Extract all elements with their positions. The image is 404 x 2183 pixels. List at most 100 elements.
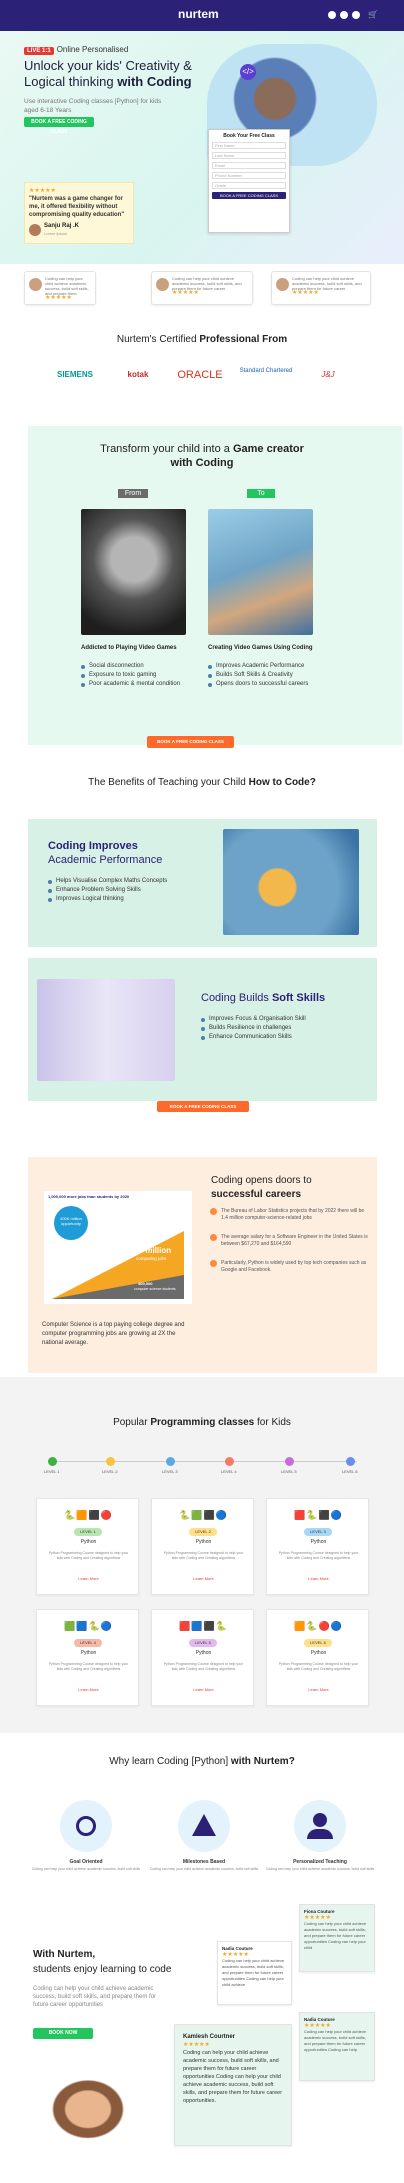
career-point: Particularly, Python is widely used by t… bbox=[210, 1260, 370, 1274]
phone-field[interactable]: Phone Number bbox=[212, 172, 286, 179]
jobs-value: 1.4 million bbox=[132, 1246, 172, 1255]
opportunity-bubble: 400K million opportunity bbox=[54, 1206, 88, 1240]
class-name: Python bbox=[80, 1539, 97, 1545]
from-tag: From bbox=[118, 489, 148, 498]
testimonial-text: Coding can help your child achieve acade… bbox=[45, 276, 89, 296]
level-badge: LEVEL 3 bbox=[304, 1528, 332, 1536]
form-submit-button[interactable]: BOOK A FREE CODING CLASS bbox=[212, 192, 286, 199]
list-item: Enhance Communication Skills bbox=[201, 1033, 371, 1042]
timeline-dot[interactable] bbox=[48, 1457, 57, 1466]
partner-logo-standard-chartered: Standard Chartered bbox=[239, 368, 293, 374]
learn-more-link[interactable]: Learn More bbox=[152, 1687, 255, 1692]
class-desc: Python Programming Course designed to he… bbox=[163, 1662, 244, 1671]
career-point: The average salary for a Software Engine… bbox=[210, 1234, 370, 1248]
learn-more-link[interactable]: Learn More bbox=[267, 1576, 370, 1581]
twitter-icon[interactable] bbox=[340, 11, 349, 19]
learn-more-link[interactable]: Learn More bbox=[37, 1576, 140, 1581]
instagram-icon[interactable] bbox=[352, 11, 361, 19]
review-text: Coding can help your child achieve acade… bbox=[183, 2050, 283, 2104]
timeline-dot[interactable] bbox=[106, 1457, 115, 1466]
gaming-child-photo bbox=[81, 509, 186, 635]
grade-field[interactable]: Grade bbox=[212, 182, 286, 189]
milestone-icon bbox=[178, 1800, 230, 1852]
why-title: Personalized Teaching bbox=[293, 1859, 347, 1865]
list-item: Improves Focus & Organisation Skill bbox=[201, 1015, 371, 1024]
email-field[interactable]: Email bbox=[212, 162, 286, 169]
testimonial-card: Coding can help your child achieve acade… bbox=[271, 271, 371, 305]
benefits-cta-button[interactable]: BOOK A FREE CODING CLASS bbox=[157, 1101, 249, 1112]
why-desc: Coding can help your child achieve acade… bbox=[31, 1867, 141, 1871]
career-point-text: The Bureau of Labor Statistics projects … bbox=[221, 1208, 365, 1221]
live-text: Online Personalised bbox=[56, 45, 129, 54]
careers-footer: Computer Science is a top paying college… bbox=[42, 1322, 185, 1346]
graduate-child-photo bbox=[223, 829, 359, 935]
classes-title-2: for Kids bbox=[254, 1417, 291, 1428]
quote-stars: ★★★★★ bbox=[29, 188, 56, 194]
why-title-bold: with Nurtem? bbox=[230, 1756, 295, 1767]
timeline-dot[interactable] bbox=[225, 1457, 234, 1466]
timeline-dot[interactable] bbox=[285, 1457, 294, 1466]
facebook-icon[interactable] bbox=[328, 11, 337, 19]
review-text: Coding can help your child achieve acade… bbox=[304, 2029, 367, 2052]
last-name-field[interactable]: Last Name bbox=[212, 152, 286, 159]
avatar bbox=[29, 278, 42, 291]
book-now-button[interactable]: BOOK NOW bbox=[33, 2028, 93, 2039]
person-icon bbox=[294, 1800, 346, 1852]
class-card[interactable]: 🐍🟩⬛🔵 LEVEL 2 Python Python Programming Cour… bbox=[151, 1498, 254, 1595]
avatar bbox=[156, 278, 169, 291]
jobs-label: computing jobs bbox=[136, 1256, 167, 1261]
tech-icons: 🟧🐍🔴🔵 bbox=[294, 1621, 343, 1631]
class-card[interactable]: 🟥🐍⬛🔵 LEVEL 3 Python Python Programming Cour… bbox=[266, 1498, 369, 1595]
level-badge: LEVEL 6 bbox=[304, 1639, 332, 1647]
careers-title-2: successful careers bbox=[211, 1189, 302, 1200]
hero-cta-button[interactable]: BOOK A FREE CODING CLASS bbox=[24, 117, 94, 135]
review-card: Nadia Couture ★★★★★ Coding can help your c… bbox=[217, 1941, 292, 2005]
timeline-label: LEVEL 6 bbox=[342, 1469, 358, 1474]
class-name: Python bbox=[310, 1650, 327, 1656]
quote-author-row: Sanju Raj .K Lorem ipsum bbox=[29, 222, 129, 238]
students-value: 400,000 bbox=[138, 1281, 153, 1286]
benefits-title-bold: How to Code? bbox=[248, 777, 316, 788]
timeline-dot[interactable] bbox=[166, 1457, 175, 1466]
classes-title-bold: Programming classes bbox=[150, 1417, 255, 1428]
why-title: Milestones Based bbox=[182, 1859, 226, 1865]
speaking-child-photo bbox=[37, 979, 175, 1081]
list-item: Improves Academic Performance bbox=[208, 662, 338, 671]
timeline-dot[interactable] bbox=[346, 1457, 355, 1466]
transform-cta-button[interactable]: BOOK A FREE CODING CLASS bbox=[147, 736, 234, 748]
career-point-text: Particularly, Python is widely used by t… bbox=[221, 1260, 367, 1273]
testimonial-text: Coding can help your child achieve acade… bbox=[292, 276, 362, 291]
first-name-field[interactable]: First Name bbox=[212, 142, 286, 149]
class-card[interactable]: 🟥🟦⬛🐍 LEVEL 5 Python Python Programming Cour… bbox=[151, 1609, 254, 1706]
cart-icon[interactable]: 🛒 bbox=[368, 11, 378, 19]
testimonial-stars: ★★★★★ bbox=[45, 295, 72, 301]
learn-more-link[interactable]: Learn More bbox=[37, 1687, 140, 1692]
left-list: Social disconnection Exposure to toxic g… bbox=[81, 662, 191, 689]
career-point-text: The average salary for a Software Engine… bbox=[221, 1234, 368, 1247]
list-item: Improves Logical thinking bbox=[48, 895, 218, 904]
learn-more-link[interactable]: Learn More bbox=[267, 1687, 370, 1692]
testimonial-stars: ★★★★★ bbox=[292, 290, 319, 296]
avatar bbox=[276, 278, 289, 291]
class-desc: Python Programming Course designed to he… bbox=[48, 1551, 129, 1560]
class-card[interactable]: 🟧🐍🔴🔵 LEVEL 6 Python Python Programming Cour… bbox=[266, 1609, 369, 1706]
class-name: Python bbox=[195, 1650, 212, 1656]
review-card-featured: Kamlesh Courtner ★★★★★ Coding can help you… bbox=[174, 2024, 292, 2146]
testimonial-text: Coding can help your child achieve acade… bbox=[172, 276, 242, 291]
level-timeline bbox=[52, 1461, 357, 1462]
enjoy-heading: With Nurtem, students enjoy learning to c… bbox=[33, 1947, 171, 1977]
right-caption: Creating Video Games Using Coding bbox=[208, 645, 313, 651]
logo[interactable]: nurtem bbox=[178, 7, 219, 21]
headline-bold: with Coding bbox=[117, 74, 192, 89]
career-point: The Bureau of Labor Statistics projects … bbox=[210, 1208, 370, 1222]
class-card[interactable]: 🐍🟧⬛🔴 LEVEL 1 Python Python Programming Cour… bbox=[36, 1498, 139, 1595]
target-icon bbox=[60, 1800, 112, 1852]
why-desc: Coding can help your child achieve acade… bbox=[149, 1867, 259, 1871]
classes-heading: Popular Programming classes for Kids bbox=[0, 1417, 404, 1428]
timeline-label: LEVEL 3 bbox=[162, 1469, 178, 1474]
learn-more-link[interactable]: Learn More bbox=[152, 1576, 255, 1581]
class-card[interactable]: 🟩🟦🐍🔵 LEVEL 4 Python Python Programming Cour… bbox=[36, 1609, 139, 1706]
right-list: Improves Academic Performance Builds Sof… bbox=[208, 662, 338, 689]
list-item: Helps Visualise Complex Maths Concepts bbox=[48, 877, 218, 886]
benefit-title: Coding Builds Soft Skills bbox=[201, 991, 325, 1005]
